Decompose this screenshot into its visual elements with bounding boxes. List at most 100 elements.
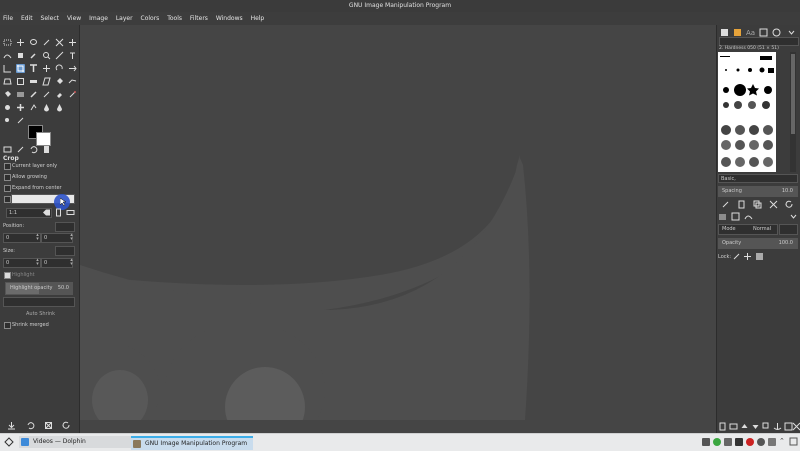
lock-alpha-icon[interactable] [755,252,764,261]
brushes-tab-icon[interactable] [720,28,729,37]
smudge-tool-icon[interactable] [29,103,38,112]
blur-tool-icon[interactable] [42,103,51,112]
landscape-icon[interactable] [66,208,75,217]
menu-layer[interactable]: Layer [113,12,136,25]
crop-tool-icon[interactable] [16,64,25,73]
fonts-tab-icon[interactable]: Aa [746,28,755,37]
new-group-icon[interactable] [729,422,738,431]
fixed-ratio-checkbox[interactable] [4,196,11,203]
spacing-slider[interactable]: Spacing 10.0 [718,186,798,197]
task-gimp[interactable]: GNU Image Manipulation Program [131,436,253,450]
scissors-tool-icon[interactable] [55,38,64,47]
paintbrush-tool-icon[interactable] [42,90,51,99]
menu-image[interactable]: Image [86,12,111,25]
restore-options-icon[interactable] [26,421,35,430]
bucket-fill-icon[interactable] [55,77,64,86]
brush-grid[interactable] [718,52,776,172]
brush-scrollbar[interactable] [790,52,796,172]
clear-ratio-icon[interactable] [42,208,51,217]
align-tool-icon[interactable] [16,51,25,60]
wand-tool-icon[interactable] [42,38,51,47]
mypaint-brush-icon[interactable] [3,116,12,125]
auto-shrink-button[interactable]: Auto Shrink [26,311,55,317]
cage-tool-icon[interactable] [16,77,25,86]
delete-brush-icon[interactable] [769,200,778,209]
menu-tools[interactable]: Tools [164,12,185,25]
allow-growing-checkbox[interactable] [4,174,11,181]
reset-options-icon[interactable] [62,421,71,430]
images-tab-icon[interactable] [42,145,51,154]
flip-tool-icon[interactable] [68,64,77,73]
position-x-spin[interactable]: ▴ ▾ [35,233,40,242]
brush-set-dropdown[interactable]: Basic, [718,174,798,183]
text-tool-icon[interactable] [29,64,38,73]
size-w-spin[interactable]: ▴ ▾ [35,258,40,267]
airbrush-tool-icon[interactable] [68,90,77,99]
eraser-tool-icon[interactable] [55,90,64,99]
undo-history-tab-icon[interactable] [29,145,38,154]
lock-position-icon[interactable] [743,252,752,261]
transform-tool-icon[interactable] [3,64,12,73]
paths-tab-icon[interactable] [744,212,753,221]
guides-dropdown[interactable] [3,297,75,307]
portrait-icon[interactable] [54,208,63,217]
foreground-select-icon[interactable] [68,38,77,47]
pencil-tool-icon[interactable] [29,90,38,99]
unified-transform-icon[interactable] [29,77,38,86]
media-tray-icon[interactable] [735,438,743,446]
anchor-layer-icon[interactable] [773,422,782,431]
tray-expand-icon[interactable]: ⌃ [779,437,785,445]
background-color-swatch[interactable] [36,132,51,146]
menu-select[interactable]: Select [38,12,63,25]
record-tray-icon[interactable] [746,438,754,446]
task-dolphin[interactable]: Videos — Dolphin [19,436,143,448]
menu-help[interactable]: Help [248,12,268,25]
shrink-merged-checkbox[interactable] [4,322,11,329]
image-canvas[interactable] [80,25,715,433]
dodge-tool-icon[interactable] [55,103,64,112]
warp-tool-icon[interactable] [42,64,51,73]
clipboard-tray-icon[interactable] [702,438,710,446]
layer-mode-dropdown[interactable]: Mode Normal [718,224,778,235]
channels-tab-icon[interactable] [731,212,740,221]
lower-layer-icon[interactable] [751,422,760,431]
dock-menu-icon[interactable] [787,28,796,37]
battery-tray-icon[interactable] [768,438,776,446]
highlight-checkbox[interactable] [4,272,11,279]
lasso-tool-icon[interactable] [29,38,38,47]
position-unit-dropdown[interactable] [55,222,75,232]
handle-transform-icon[interactable] [68,77,77,86]
gradient-tool-icon[interactable] [16,90,25,99]
clone-tool-icon[interactable] [3,103,12,112]
lock-pixels-icon[interactable] [732,252,741,261]
menu-windows[interactable]: Windows [213,12,246,25]
patterns-tab-icon[interactable] [733,28,742,37]
expand-from-center-checkbox[interactable] [4,185,11,192]
shear-tool-icon[interactable] [42,77,51,86]
help-tab-icon[interactable] [772,28,781,37]
tool-options-tab-icon[interactable] [3,145,12,154]
delete-layer-icon[interactable] [792,422,800,431]
rect-select-tool-icon[interactable] [3,38,12,47]
brush-filter-dropdown[interactable] [719,37,799,46]
zoom-tool-icon[interactable] [42,51,51,60]
duplicate-layer-icon[interactable] [762,422,771,431]
network-tray-icon[interactable] [724,438,732,446]
current-layer-only-checkbox[interactable] [4,163,11,170]
rotate-tool-icon[interactable] [55,64,64,73]
updates-tray-icon[interactable] [713,438,721,446]
layers-menu-icon[interactable] [789,212,798,221]
highlight-opacity-slider[interactable]: Highlight opacity 50.0 [5,282,73,295]
document-history-tab-icon[interactable] [759,28,768,37]
save-options-icon[interactable] [7,421,16,430]
ink-tool-icon[interactable] [16,116,25,125]
measure-tool-icon[interactable] [55,51,64,60]
text-select-icon[interactable] [68,51,77,60]
menu-view[interactable]: View [64,12,84,25]
new-layer-icon[interactable] [718,422,727,431]
heal-tool-icon[interactable] [16,103,25,112]
volume-tray-icon[interactable] [757,438,765,446]
layer-opacity-slider[interactable]: Opacity 100.0 [718,238,798,249]
raise-layer-icon[interactable] [740,422,749,431]
layers-tab-icon[interactable] [718,212,727,221]
